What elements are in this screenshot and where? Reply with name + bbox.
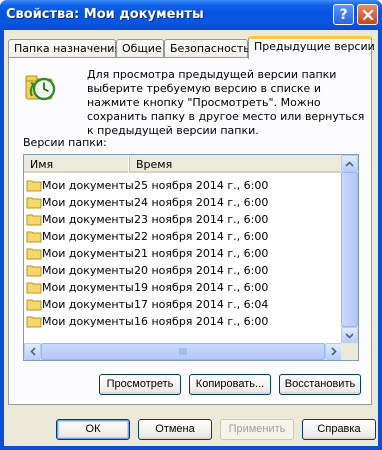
tab-target-folder[interactable]: Папка назначения: [8, 39, 121, 58]
chevron-right-icon: [330, 347, 337, 356]
list-header: Имя Время: [24, 155, 342, 173]
tab-security[interactable]: Безопасность: [164, 39, 250, 58]
versions-label: Версии папки:: [23, 136, 107, 149]
item-time: 24 ноября 2014 г., 6:00: [134, 196, 269, 209]
view-button[interactable]: Просмотреть: [99, 374, 181, 395]
column-header-name[interactable]: Имя: [24, 155, 129, 173]
apply-button[interactable]: Применить: [220, 419, 294, 440]
list-rows: Мои документы 25 ноября 2014 г., 6:00 Мои…: [24, 177, 342, 330]
folder-icon: [26, 282, 42, 294]
item-name: Мои документы: [42, 179, 134, 192]
folder-icon: [26, 180, 42, 192]
item-time: 20 ноября 2014 г., 6:00: [134, 264, 269, 277]
item-time: 21 ноября 2014 г., 6:00: [134, 247, 269, 260]
copy-button[interactable]: Копировать...: [189, 374, 271, 395]
folder-icon: [26, 299, 42, 311]
scroll-corner: [341, 343, 358, 360]
cancel-button[interactable]: Отмена: [138, 419, 212, 440]
description-text: Для просмотра предыдущей версии папки вы…: [87, 68, 365, 137]
item-time: 19 ноября 2014 г., 6:00: [134, 281, 269, 294]
scroll-up-button[interactable]: [341, 155, 358, 172]
title-bar[interactable]: Свойства: Мои документы ?: [0, 0, 382, 30]
tab-label: Папка назначения: [14, 42, 122, 55]
item-time: 22 ноября 2014 г., 6:00: [134, 230, 269, 243]
column-header-time[interactable]: Время: [130, 155, 342, 173]
dialog-client-area: Папка назначения Общие Безопасность Пред…: [4, 30, 378, 446]
list-item[interactable]: Мои документы 20 ноября 2014 г., 6:00: [24, 262, 342, 279]
folder-icon: [26, 214, 42, 226]
tab-label: Общие: [122, 42, 162, 55]
item-name: Мои документы: [42, 213, 134, 226]
ok-button[interactable]: ОК: [56, 419, 130, 440]
list-item[interactable]: Мои документы 23 ноября 2014 г., 6:00: [24, 211, 342, 228]
folder-icon: [26, 197, 42, 209]
horizontal-scrollbar[interactable]: [24, 343, 342, 360]
list-item[interactable]: Мои документы 16 ноября 2014 г., 6:00: [24, 313, 342, 330]
help-button[interactable]: Справка: [302, 419, 376, 440]
item-time: 25 ноября 2014 г., 6:00: [134, 179, 269, 192]
item-name: Мои документы: [42, 247, 134, 260]
clock-folder-icon: [25, 75, 56, 101]
item-name: Мои документы: [42, 281, 134, 294]
scroll-right-button[interactable]: [325, 343, 342, 360]
close-button[interactable]: [357, 4, 378, 25]
help-icon: ?: [339, 6, 348, 23]
item-name: Мои документы: [42, 264, 134, 277]
item-name: Мои документы: [42, 315, 134, 328]
tab-label: Предыдущие версии: [254, 40, 375, 53]
properties-dialog: Свойства: Мои документы ? Папка назначен…: [0, 0, 382, 450]
list-item[interactable]: Мои документы 25 ноября 2014 г., 6:00: [24, 177, 342, 194]
previous-versions-panel: Для просмотра предыдущей версии папки вы…: [8, 57, 372, 405]
vertical-scrollbar[interactable]: [341, 155, 358, 344]
window-title: Свойства: Мои документы: [6, 7, 204, 22]
item-time: 16 ноября 2014 г., 6:00: [134, 315, 269, 328]
list-item[interactable]: Мои документы 22 ноября 2014 г., 6:00: [24, 228, 342, 245]
vertical-scroll-thumb[interactable]: [341, 172, 358, 327]
restore-button[interactable]: Восстановить: [279, 374, 361, 395]
tab-general[interactable]: Общие: [116, 39, 164, 58]
folder-icon: [26, 316, 42, 328]
item-name: Мои документы: [42, 196, 134, 209]
close-icon: [362, 9, 373, 20]
chevron-left-icon: [29, 347, 36, 356]
chevron-down-icon: [345, 332, 354, 339]
tab-label: Безопасность: [170, 42, 250, 55]
list-item[interactable]: Мои документы 17 ноября 2014 г., 6:04: [24, 296, 342, 313]
chevron-up-icon: [345, 160, 354, 167]
folder-icon: [26, 265, 42, 277]
grip-icon: [179, 348, 187, 355]
scroll-down-button[interactable]: [341, 327, 358, 344]
horizontal-scroll-thumb[interactable]: [41, 343, 325, 360]
list-item[interactable]: Мои документы 19 ноября 2014 г., 6:00: [24, 279, 342, 296]
list-item[interactable]: Мои документы 24 ноября 2014 г., 6:00: [24, 194, 342, 211]
list-item[interactable]: Мои документы 21 ноября 2014 г., 6:00: [24, 245, 342, 262]
tab-previous-versions[interactable]: Предыдущие версии: [248, 36, 375, 59]
versions-list[interactable]: Имя Время Мои документы 25 ноября 2014 г.…: [23, 154, 359, 361]
folder-icon: [26, 248, 42, 260]
item-name: Мои документы: [42, 230, 134, 243]
scroll-left-button[interactable]: [24, 343, 41, 360]
item-time: 23 ноября 2014 г., 6:00: [134, 213, 269, 226]
item-name: Мои документы: [42, 298, 134, 311]
item-time: 17 ноября 2014 г., 6:04: [134, 298, 269, 311]
help-title-button[interactable]: ?: [333, 4, 354, 25]
folder-icon: [26, 231, 42, 243]
